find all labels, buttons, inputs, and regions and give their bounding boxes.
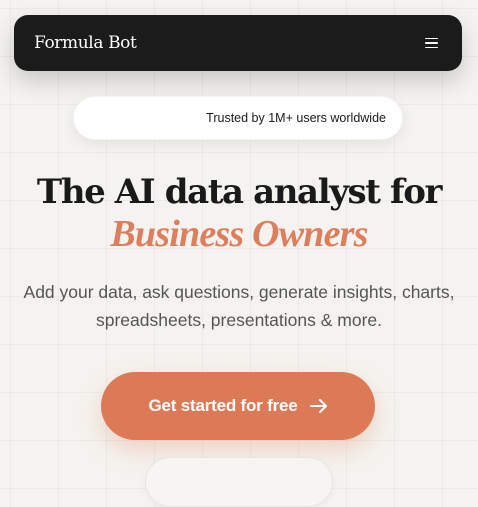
brand-logo[interactable]: Formula Bot [34,33,137,53]
secondary-button[interactable] [145,457,333,507]
trust-badge-text: Trusted by 1M+ users worldwide [206,111,386,125]
menu-line [425,37,438,40]
hero-headline: The AI data analyst for [36,172,443,212]
get-started-button[interactable]: Get started for free [101,372,375,440]
top-navbar: Formula Bot [14,15,462,71]
menu-line [425,46,438,49]
arrow-right-icon [309,399,328,413]
hamburger-menu-icon[interactable] [416,32,438,54]
get-started-label: Get started for free [148,396,298,415]
hero-subtext: Add your data, ask questions, generate i… [23,282,455,330]
menu-line [425,42,438,44]
trust-badge: Trusted by 1M+ users worldwide [73,96,403,140]
hero-headline-accent: Business Owners [110,213,368,255]
